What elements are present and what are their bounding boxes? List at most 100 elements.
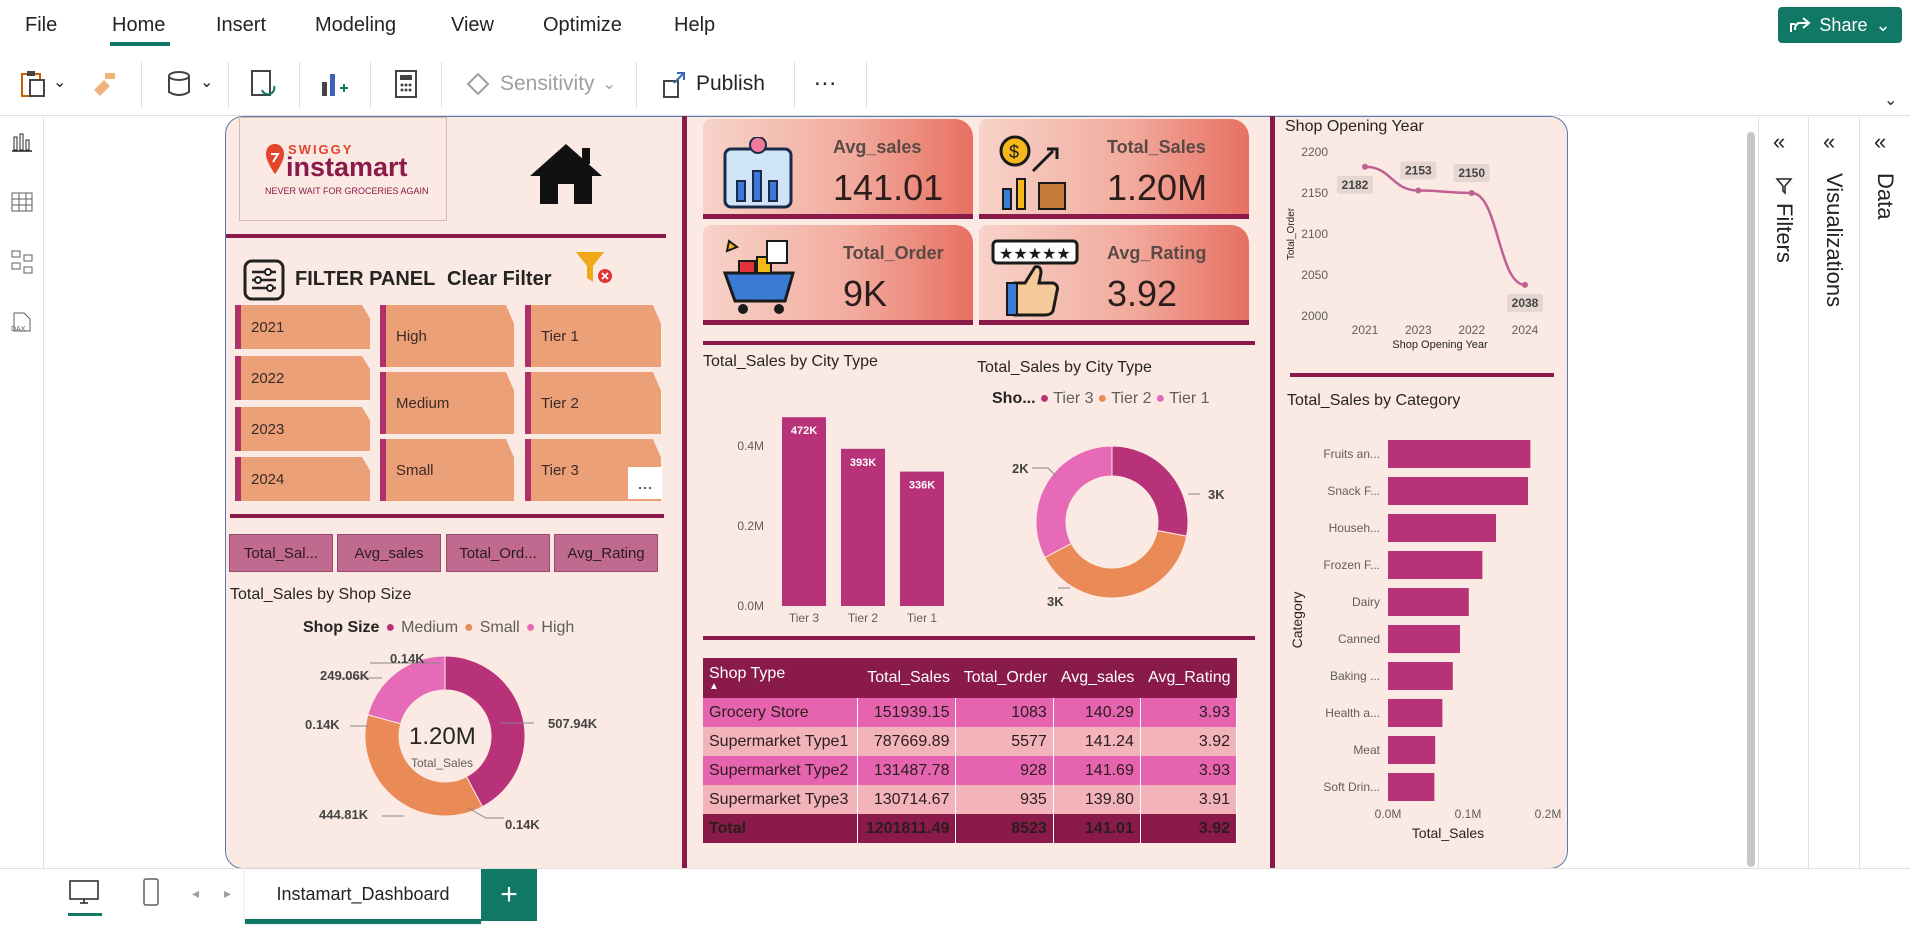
menu-modeling[interactable]: Modeling	[315, 14, 396, 37]
y-tick-label: Dairy	[1352, 595, 1380, 609]
slicer-tier-2[interactable]: Tier 2	[525, 372, 661, 434]
y-tick-label: 2100	[1301, 227, 1328, 241]
measure-button-total-order[interactable]: Total_Ord...	[446, 534, 550, 572]
donut-slice[interactable]	[1111, 445, 1189, 537]
table-row[interactable]: Supermarket Type3 130714.67 935 139.80 3.91	[703, 785, 1238, 814]
bar[interactable]	[1388, 551, 1483, 579]
page-tab-instamart-dashboard[interactable]: Instamart_Dashboard	[245, 869, 481, 924]
data-point[interactable]	[1468, 190, 1475, 196]
menu-home[interactable]: Home	[112, 14, 165, 37]
get-data-icon[interactable]	[165, 68, 197, 100]
mobile-layout-icon[interactable]	[142, 877, 160, 907]
donut-slice[interactable]	[1035, 445, 1113, 559]
scroll-right-icon[interactable]: ▸	[224, 885, 231, 902]
clear-filter-icon[interactable]	[574, 250, 614, 288]
menu-view[interactable]: View	[451, 14, 494, 37]
donut-center-label: Total_Sales	[411, 756, 474, 770]
growth-coins-icon: $	[999, 135, 1066, 210]
slicer-year-2021[interactable]: 2021	[235, 305, 370, 349]
measure-button-avg-sales[interactable]: Avg_sales	[337, 534, 441, 572]
bar[interactable]	[1388, 588, 1469, 616]
bar[interactable]	[1388, 514, 1496, 542]
bar[interactable]	[841, 448, 885, 606]
menu-insert[interactable]: Insert	[216, 14, 266, 37]
bar[interactable]	[782, 417, 826, 606]
table-view-icon[interactable]	[10, 191, 34, 213]
bar[interactable]	[1388, 736, 1436, 764]
chevron-down-icon[interactable]: ⌄	[200, 72, 213, 92]
publish-label: Publish	[696, 72, 765, 95]
data-point[interactable]	[1522, 281, 1528, 288]
data-pane[interactable]: « Data	[1859, 117, 1910, 880]
menu-help[interactable]: Help	[674, 14, 715, 37]
dax-query-icon[interactable]: DAX	[8, 309, 34, 335]
expand-pane-icon[interactable]: «	[1823, 129, 1835, 155]
desktop-layout-icon[interactable]	[68, 879, 100, 907]
model-view-icon[interactable]	[10, 249, 34, 275]
data-point[interactable]	[1362, 163, 1368, 170]
paste-icon[interactable]	[18, 68, 50, 100]
column-header[interactable]: Total_Order	[955, 658, 1054, 698]
slicer-year-2023[interactable]: 2023	[235, 407, 370, 451]
table-cell: 139.80	[1053, 785, 1141, 814]
new-visual-icon[interactable]	[318, 68, 350, 100]
publish-button[interactable]: Publish	[660, 64, 765, 104]
expand-pane-icon[interactable]: «	[1874, 129, 1886, 155]
bar[interactable]	[1388, 477, 1528, 505]
refresh-icon[interactable]	[248, 68, 280, 100]
bar[interactable]	[1388, 773, 1435, 801]
sensitivity-label: Sensitivity	[500, 72, 595, 95]
menu-file[interactable]: File	[25, 14, 57, 37]
data-point[interactable]	[1415, 187, 1422, 194]
table-row[interactable]: Supermarket Type2 131487.78 928 141.69 3.93	[703, 756, 1238, 785]
chevron-down-icon[interactable]: ⌄	[53, 72, 66, 92]
y-tick-label: Baking ...	[1330, 669, 1380, 683]
slicer-tier-1[interactable]: Tier 1	[525, 305, 661, 367]
bar[interactable]	[1388, 440, 1531, 468]
column-header[interactable]: Avg_sales	[1053, 658, 1141, 698]
measure-button-total-sales[interactable]: Total_Sal...	[229, 534, 333, 572]
format-painter-icon[interactable]	[90, 70, 118, 98]
measure-button-avg-rating[interactable]: Avg_Rating	[554, 534, 658, 572]
scroll-left-icon[interactable]: ◂	[192, 885, 199, 902]
x-axis-label: Total_Sales	[1412, 825, 1484, 841]
clear-filter-button[interactable]: Clear Filter	[447, 268, 551, 291]
filters-pane[interactable]: « Filters	[1758, 117, 1808, 880]
collapse-ribbon-icon[interactable]: ⌄	[1884, 90, 1897, 110]
home-icon[interactable]	[528, 140, 604, 206]
sensitivity-button[interactable]: Sensitivity ⌄	[464, 64, 616, 104]
vertical-scrollbar[interactable]	[1747, 132, 1755, 867]
slicer-year-2024[interactable]: 2024	[235, 457, 370, 501]
donut-slice[interactable]	[367, 655, 446, 725]
slicer-size-high[interactable]: High	[380, 305, 514, 367]
kpi-card-avg-sales: Avg_sales 141.01	[703, 119, 973, 219]
column-header[interactable]: Avg_Rating	[1140, 658, 1237, 698]
table-row[interactable]: Grocery Store 151939.15 1083 140.29 3.93	[703, 698, 1238, 727]
y-tick-label: 0.2M	[737, 519, 764, 533]
x-tick-label: 2022	[1458, 323, 1485, 337]
legend-dot: ●	[1097, 390, 1108, 407]
menu-optimize[interactable]: Optimize	[543, 14, 622, 37]
x-tick-label: Tier 3	[789, 611, 820, 625]
share-button[interactable]: Share ⌄	[1778, 7, 1902, 43]
slicer-size-small[interactable]: Small	[380, 439, 514, 501]
more-options-icon[interactable]: ...	[814, 64, 837, 92]
expand-pane-icon[interactable]: «	[1773, 129, 1785, 155]
calculator-icon[interactable]	[392, 68, 420, 100]
slicer-size-medium[interactable]: Medium	[380, 372, 514, 434]
table-row[interactable]: Supermarket Type1 787669.89 5577 141.24 3.92	[703, 727, 1238, 756]
table-cell: 3.92	[1140, 814, 1238, 843]
slicer-year-2022[interactable]: 2022	[235, 356, 370, 400]
more-options-icon[interactable]: ...	[628, 467, 662, 499]
y-axis-label: Total_Order	[1286, 207, 1297, 260]
visualizations-pane[interactable]: « Visualizations	[1808, 117, 1859, 880]
bar[interactable]	[1388, 662, 1453, 690]
add-page-button[interactable]: +	[481, 869, 537, 921]
bar[interactable]	[1388, 625, 1460, 653]
report-view-icon[interactable]	[10, 131, 34, 153]
bar[interactable]	[1388, 699, 1443, 727]
column-header[interactable]: Total_Sales	[857, 658, 956, 698]
kpi-title: Total_Order	[843, 243, 944, 263]
bar[interactable]	[900, 471, 944, 606]
column-header[interactable]: Shop Type ▲	[703, 658, 858, 698]
